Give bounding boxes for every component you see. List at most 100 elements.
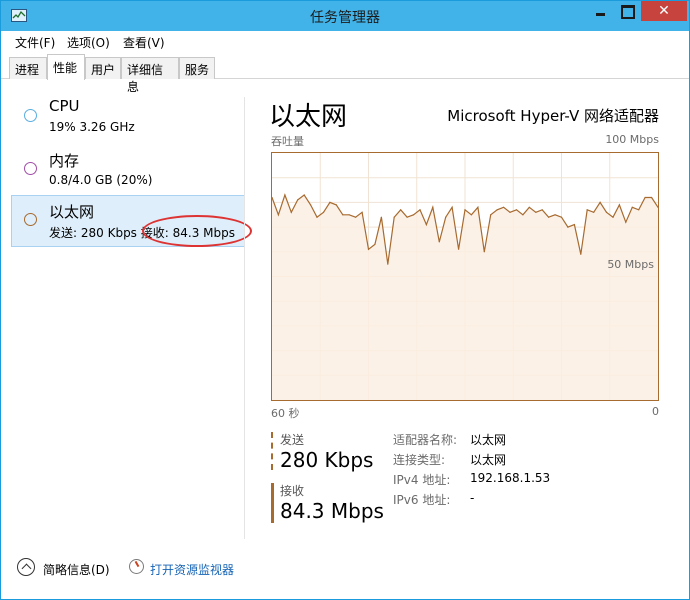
data-point (451, 206, 453, 208)
data-point (651, 196, 653, 199)
resource-ethernet[interactable]: 以太网 发送: 280 Kbps 接收: 84.3 Mbps (11, 195, 252, 247)
data-point (393, 216, 395, 218)
send-value: 280 Kbps (280, 448, 374, 472)
data-point (593, 211, 595, 213)
tab-details[interactable]: 详细信息 (121, 57, 179, 94)
data-point (445, 216, 447, 218)
data-point (586, 209, 588, 211)
minimize-button[interactable] (587, 1, 615, 21)
data-point (425, 224, 427, 226)
resource-summary: 0.8/4.0 GB (20%) (49, 173, 153, 187)
data-point (625, 221, 627, 223)
detail-label: IPv4 地址: (393, 473, 451, 487)
data-point (380, 216, 382, 218)
brief-info-button[interactable]: 简略信息(D) (43, 561, 110, 578)
detail-value: 以太网 (470, 433, 507, 447)
close-button[interactable]: ✕ (641, 1, 687, 21)
detail-label: 适配器名称: (393, 433, 458, 447)
resource-name: CPU (49, 97, 80, 115)
detail-value: - (470, 491, 475, 505)
data-point (438, 241, 440, 243)
resource-memory[interactable]: 内存 0.8/4.0 GB (20%) (11, 144, 245, 196)
tab-services[interactable]: 服务 (179, 57, 215, 79)
menu-bar: 文件(F) 选项(O) 查看(V) (1, 31, 689, 51)
data-point (477, 206, 479, 208)
data-point (432, 206, 434, 208)
send-indicator (271, 432, 274, 470)
menu-file[interactable]: 文件(F) (15, 34, 55, 51)
data-point (496, 209, 498, 211)
data-point (272, 196, 273, 199)
menu-view[interactable]: 查看(V) (123, 34, 165, 51)
data-point (348, 214, 350, 216)
data-point (548, 216, 550, 218)
window-title: 任务管理器 (310, 10, 380, 26)
data-point (297, 199, 299, 201)
data-point (515, 209, 518, 211)
data-point (483, 251, 485, 253)
mid-scale-label: 50 Mbps (607, 258, 654, 271)
ethernet-indicator-icon (24, 213, 37, 226)
resource-summary: 19% 3.26 GHz (49, 120, 135, 134)
data-point (644, 196, 646, 199)
resource-monitor-icon[interactable] (129, 559, 144, 574)
data-point (284, 194, 286, 196)
throughput-area (272, 195, 658, 400)
data-point (322, 211, 325, 213)
data-point (419, 209, 421, 211)
data-point (406, 216, 408, 218)
data-point (509, 211, 511, 213)
memory-indicator-icon (24, 162, 37, 175)
data-point (573, 224, 575, 226)
menu-options[interactable]: 选项(O) (67, 34, 110, 51)
data-point (412, 214, 415, 216)
tab-performance[interactable]: 性能 (47, 54, 85, 80)
data-point (567, 226, 569, 228)
tab-strip: 进程 性能 用户 详细信息 服务 (1, 51, 689, 94)
detail-value: 以太网 (470, 453, 507, 467)
x-axis-right-label: 0 (652, 405, 659, 418)
page-title: 以太网 (269, 102, 348, 132)
data-point (605, 211, 608, 213)
resource-name: 以太网 (49, 203, 95, 221)
x-axis-left-label: 60 秒 (271, 407, 300, 420)
data-point (400, 209, 402, 211)
close-icon: ✕ (658, 3, 670, 19)
data-point (522, 214, 524, 216)
data-point (599, 201, 601, 203)
highlight-ellipse (142, 215, 252, 247)
resource-list: CPU 19% 3.26 GHz 内存 0.8/4.0 GB (20%) 以太网… (1, 79, 252, 539)
receive-indicator (271, 483, 274, 523)
data-point (657, 206, 658, 208)
title-bar[interactable]: 任务管理器 ✕ (1, 1, 689, 31)
data-point (638, 209, 640, 211)
footer-bar: 简略信息(D) 打开资源监视器 (1, 549, 689, 589)
data-point (290, 211, 292, 213)
receive-label: 接收 (280, 484, 305, 498)
data-point (387, 263, 389, 265)
data-point (335, 204, 337, 206)
tab-processes[interactable]: 进程 (9, 57, 47, 79)
chevron-up-icon[interactable] (17, 558, 35, 576)
data-point (503, 206, 505, 208)
panel-divider (244, 97, 245, 539)
open-resource-monitor-link[interactable]: 打开资源监视器 (150, 561, 234, 578)
data-point (560, 216, 563, 218)
detail-label: IPv6 地址: (393, 493, 451, 507)
resource-name: 内存 (49, 152, 80, 170)
receive-value: 84.3 Mbps (280, 499, 384, 523)
data-point (541, 209, 543, 211)
resource-cpu[interactable]: CPU 19% 3.26 GHz (11, 91, 245, 143)
data-point (528, 206, 530, 208)
data-point (535, 211, 537, 213)
adapter-name: Microsoft Hyper-V 网络适配器 (447, 107, 659, 125)
tab-users[interactable]: 用户 (85, 57, 121, 79)
send-label: 发送 (280, 433, 305, 447)
maximize-button[interactable] (613, 1, 641, 21)
data-point (464, 209, 466, 211)
throughput-chart (271, 152, 659, 401)
data-point (329, 201, 331, 203)
max-scale-label: 100 Mbps (605, 133, 659, 146)
data-point (618, 204, 620, 206)
detail-label: 连接类型: (393, 453, 446, 467)
